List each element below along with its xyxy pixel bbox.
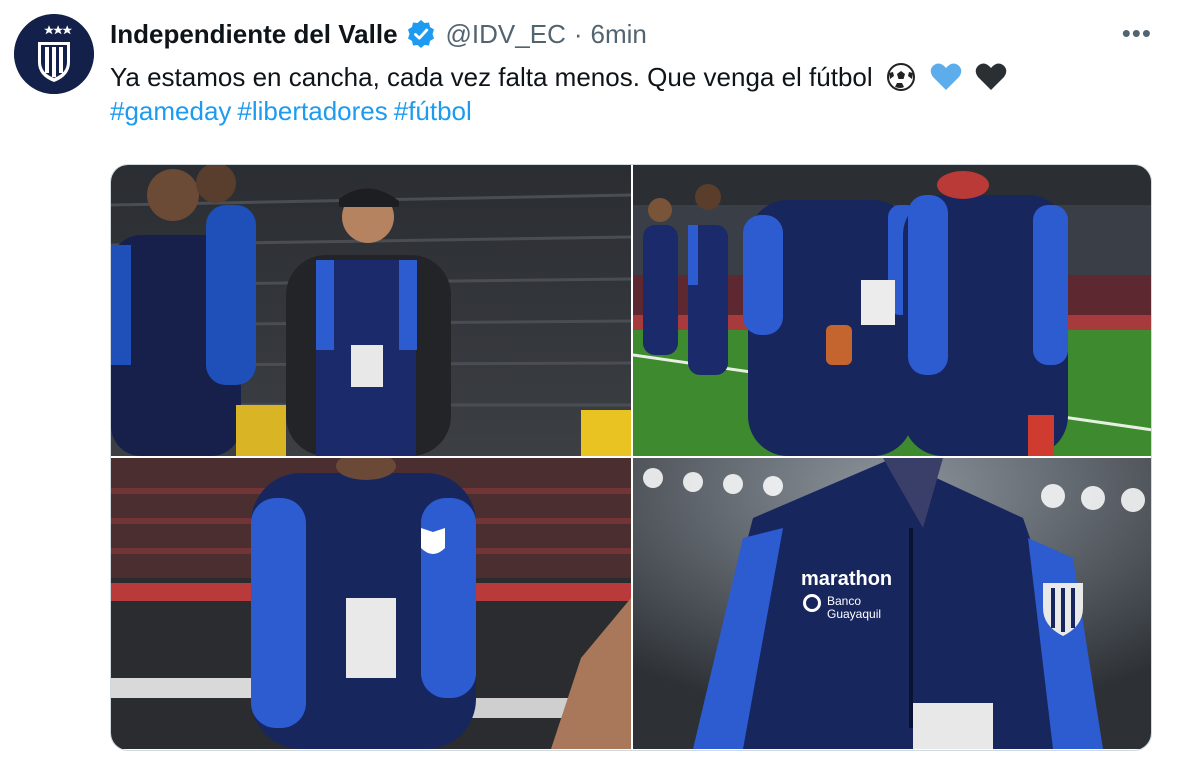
hashtag-futbol[interactable]: #fútbol — [394, 96, 472, 126]
avatar[interactable] — [14, 14, 94, 94]
tweet-text: Ya estamos en cancha, cada vez falta men… — [110, 62, 873, 92]
bank-sponsor-line2: Guayaquil — [827, 607, 882, 621]
photo-jacket[interactable]: marathon Banco Guayaquil — [633, 458, 1151, 749]
display-name[interactable]: Independiente del Valle — [110, 19, 398, 50]
user-handle[interactable]: @IDV_EC — [446, 19, 566, 50]
timestamp[interactable]: 6min — [591, 19, 647, 50]
soccer-ball-icon — [884, 62, 918, 92]
photo-coach-image — [111, 165, 631, 456]
tweet-body: Ya estamos en cancha, cada vez falta men… — [110, 60, 1170, 128]
verified-badge-icon — [406, 19, 436, 49]
bank-sponsor-line1: Banco — [827, 594, 862, 608]
photo-players-image — [633, 165, 1151, 456]
separator-dot: · — [573, 18, 583, 49]
bank-logo-icon — [803, 594, 821, 612]
photo-coach[interactable] — [111, 165, 631, 456]
club-crest-icon — [14, 14, 94, 94]
hashtag-list: #gameday #libertadores #fútbol — [110, 94, 1170, 128]
tweet-header: Independiente del Valle @IDV_EC · 6min — [110, 16, 647, 52]
sponsor-label: marathon — [801, 568, 893, 590]
more-options-icon[interactable]: ••• — [1122, 18, 1152, 49]
black-heart-icon — [974, 62, 1008, 92]
blue-heart-icon — [929, 62, 963, 92]
media-grid: marathon Banco Guayaquil — [110, 164, 1152, 751]
bank-sponsor: Banco Guayaquil — [827, 595, 881, 621]
photo-jacket-image — [633, 458, 1151, 749]
photo-credential-image — [111, 458, 631, 749]
photo-credential[interactable] — [111, 458, 631, 749]
hashtag-libertadores[interactable]: #libertadores — [237, 96, 387, 126]
hashtag-gameday[interactable]: #gameday — [110, 96, 231, 126]
photo-players[interactable] — [633, 165, 1151, 456]
